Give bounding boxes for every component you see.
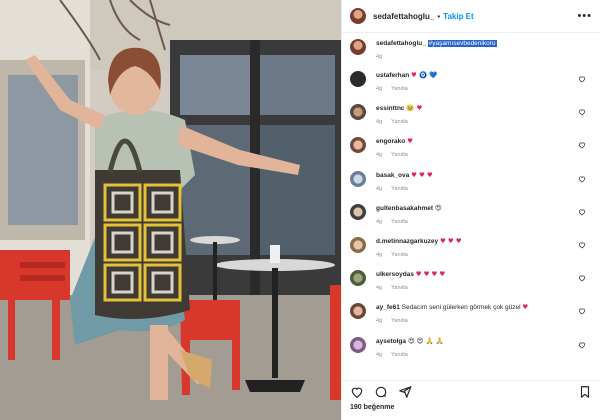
comment-item: d.metinnazgarkuzey ♥ ♥ ♥ 4g Yanıtla [350,236,592,270]
avatar[interactable] [350,39,366,55]
comment-username[interactable]: gultenbasakahmet [376,205,433,212]
reply-button[interactable]: Yanıtla [391,318,408,324]
comment-time: 4g [376,285,383,292]
comment-like-heart-icon[interactable] [578,175,586,183]
comment-like-heart-icon[interactable] [578,307,586,315]
comment-like-heart-icon[interactable] [578,341,586,349]
comment-username[interactable]: aysetolga [376,338,406,345]
comment-item: aysetolga 😍 😍 🙏 🙏 4g Yanıtla [350,336,592,370]
avatar[interactable] [350,137,366,154]
comment-username[interactable]: ay_fe61 [376,304,400,311]
reply-button[interactable]: Yanıtla [391,219,408,225]
comments-list[interactable]: sedafettahoglu_ #yaşamısevbedenikoru 4g … [342,36,600,376]
header-username[interactable]: sedafettahoglu_ [373,12,434,21]
comment-time: 4g [376,251,383,258]
comment-item: essinttnc 🥹 ♥ 4g Yanıtla [350,104,592,137]
reply-button[interactable]: Yanıtla [391,252,408,258]
avatar[interactable] [350,236,366,253]
comment-username[interactable]: basak_ova [376,172,409,179]
avatar[interactable] [350,170,366,187]
comment-username[interactable]: engorako [376,138,405,145]
avatar[interactable] [350,303,366,320]
comment-emojis: ♥ [407,137,413,146]
comment-time: 4g [376,185,383,192]
comment-username[interactable]: ulkersoydas [376,271,414,278]
comment-emojis: ♥ 🧿 💙 [411,71,438,79]
comment-time: 4g [376,152,383,159]
comment-icon[interactable] [374,385,388,399]
street-scene-image [0,0,341,420]
comment-text: Sedacım seni gülerken görmek çok güzel [401,304,521,312]
reply-button[interactable]: Yanıtla [391,119,408,125]
comment-item: basak_ova ♥ ♥ ♥ 4g Yanıtla [350,170,592,204]
comment-like-heart-icon[interactable] [578,274,586,282]
comment-emojis: ♥ [522,303,529,312]
caption-time: 4g [376,54,383,60]
caption-hashtag[interactable]: #yaşamısevbedenikoru [427,40,497,47]
comment-emojis: 😍 [434,203,442,212]
comment-emojis: ♥ ♥ ♥ [411,170,433,179]
comment-emojis: ♥ ♥ ♥ ♥ [415,270,446,279]
reply-button[interactable]: Yanıtla [391,86,408,92]
comment-item: ustaferhan ♥ 🧿 💙 4g Yanıtla [350,71,592,104]
caption-username[interactable]: sedafettahoglu_ [376,40,426,47]
comment-like-heart-icon[interactable] [578,141,586,149]
avatar[interactable] [350,336,366,353]
reply-button[interactable]: Yanıtla [391,352,408,358]
post-header: sedafettahoglu_ • Takip Et ••• [342,0,600,33]
comment-item: gultenbasakahmet 😍 4g Yanıtla [350,203,592,237]
comment-emojis: 🥹 ♥ [406,104,423,113]
reply-button[interactable]: Yanıtla [391,285,408,291]
post-photo [0,0,341,420]
follow-button[interactable]: Takip Et [443,12,474,21]
comment-like-heart-icon[interactable] [578,108,586,116]
post-actions-bar [342,380,600,402]
comment-item: ulkersoydas ♥ ♥ ♥ ♥ 4g Yanıtla [350,270,592,303]
comment-emojis: 😍 😍 🙏 🙏 [407,336,444,345]
post-side-panel: sedafettahoglu_ • Takip Et ••• sedafetta… [341,0,600,420]
comment-time: 4g [376,351,383,358]
avatar[interactable] [350,71,366,87]
comment-item: ay_fe61 Sedacım seni gülerken görmek çok… [350,303,592,336]
bookmark-icon[interactable] [578,385,592,399]
likes-count[interactable]: 190 beğenme [350,404,394,411]
comment-username[interactable]: d.metinnazgarkuzey [376,238,438,245]
comment-like-heart-icon[interactable] [578,75,586,83]
comment-username[interactable]: ustaferhan [376,72,409,79]
avatar[interactable] [350,104,366,121]
comment-time: 4g [376,86,383,92]
header-separator: • [437,11,441,21]
post-caption: sedafettahoglu_ #yaşamısevbedenikoru 4g [350,39,592,71]
comment-time: 4g [376,218,383,225]
avatar[interactable] [350,203,366,220]
share-icon[interactable] [398,385,412,399]
comment-emojis: ♥ ♥ ♥ [439,236,462,245]
comment-time: 4g [376,119,383,126]
comment-username[interactable]: essinttnc [376,105,405,112]
comment-item: engorako ♥ 4g Yanıtla [350,137,592,170]
avatar[interactable] [350,8,366,24]
avatar[interactable] [350,270,366,287]
reply-button[interactable]: Yanıtla [391,186,408,192]
reply-button[interactable]: Yanıtla [391,152,408,158]
comment-like-heart-icon[interactable] [578,241,586,249]
more-options-icon[interactable]: ••• [577,10,592,22]
heart-icon[interactable] [350,385,364,399]
comment-time: 4g [376,318,383,325]
comment-like-heart-icon[interactable] [578,208,586,216]
